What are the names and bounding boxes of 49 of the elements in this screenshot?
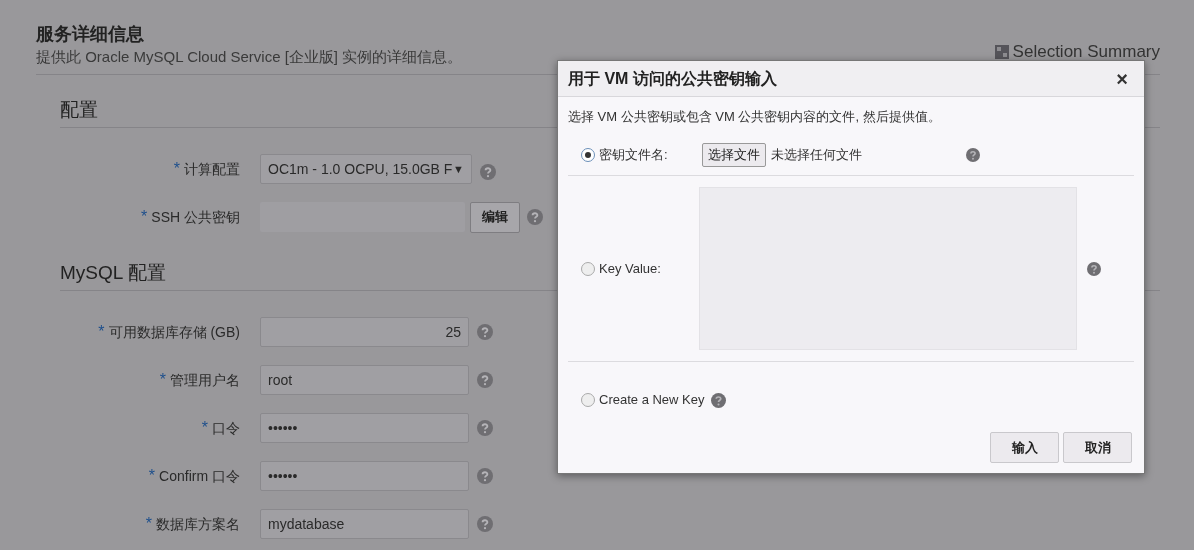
required-mark: * xyxy=(159,370,166,390)
help-icon[interactable] xyxy=(1087,261,1101,276)
option-label: Key Value: xyxy=(599,259,662,278)
field-label: 口令 xyxy=(212,418,240,438)
help-icon[interactable] xyxy=(477,468,493,484)
input-field[interactable]: 25 xyxy=(260,317,469,347)
field-label: 管理用户名 xyxy=(170,370,240,390)
field-label: Confirm 口令 xyxy=(159,466,240,486)
input-field[interactable]: •••••• xyxy=(260,461,469,491)
help-icon[interactable] xyxy=(477,324,493,340)
help-icon[interactable] xyxy=(710,392,726,408)
required-mark: * xyxy=(141,207,148,227)
input-field[interactable]: •••••• xyxy=(260,413,469,443)
file-status: 未选择任何文件 xyxy=(771,145,863,164)
help-icon[interactable] xyxy=(480,164,496,180)
field-label: 可用数据库存储 (GB) xyxy=(108,322,240,342)
help-icon[interactable] xyxy=(477,372,493,388)
input-field[interactable]: root xyxy=(260,365,469,395)
dialog-title: 用于 VM 访问的公共密钥输入 xyxy=(568,68,777,89)
required-mark: * xyxy=(145,514,152,534)
field-label: SSH 公共密钥 xyxy=(151,207,240,227)
option-label: Create a New Key xyxy=(599,391,705,410)
help-icon[interactable] xyxy=(527,209,543,225)
field-label: 计算配置 xyxy=(184,159,240,179)
cancel-button[interactable]: 取消 xyxy=(1063,432,1132,463)
help-icon[interactable] xyxy=(477,516,493,532)
radio-button[interactable] xyxy=(581,147,595,162)
required-mark: * xyxy=(98,322,105,342)
input-field[interactable]: mydatabase xyxy=(260,509,469,539)
field-label: 数据库方案名 xyxy=(156,514,240,534)
option-label: 密钥文件名: xyxy=(599,145,669,164)
selection-summary-link[interactable]: Selection Summary xyxy=(1012,42,1160,62)
radio-button[interactable] xyxy=(581,261,595,276)
edit-button[interactable]: 编辑 xyxy=(470,201,520,233)
required-mark: * xyxy=(148,466,156,486)
help-icon[interactable] xyxy=(966,147,980,162)
choose-file-button[interactable]: 选择文件 xyxy=(702,142,766,167)
enter-button[interactable]: 输入 xyxy=(990,432,1059,463)
dropdown[interactable]: OC1m - 1.0 OCPU, 15.0GB F▼ xyxy=(260,154,472,184)
required-mark: * xyxy=(173,159,180,179)
page-subtitle: 提供此 Oracle MySQL Cloud Service [企业版] 实例的详细信息。 xyxy=(36,47,463,67)
dialog-instruction: 选择 VM 公共密钥或包含 VM 公共密钥内容的文件, 然后提供值。 xyxy=(567,108,942,126)
close-button[interactable]: × xyxy=(1116,68,1128,89)
summary-icon[interactable] xyxy=(994,45,1009,59)
page-title: 服务详细信息 xyxy=(36,23,145,46)
help-icon[interactable] xyxy=(477,420,493,436)
caret-icon: ▼ xyxy=(453,160,464,178)
required-mark: * xyxy=(201,418,208,438)
radio-button[interactable] xyxy=(581,393,595,407)
